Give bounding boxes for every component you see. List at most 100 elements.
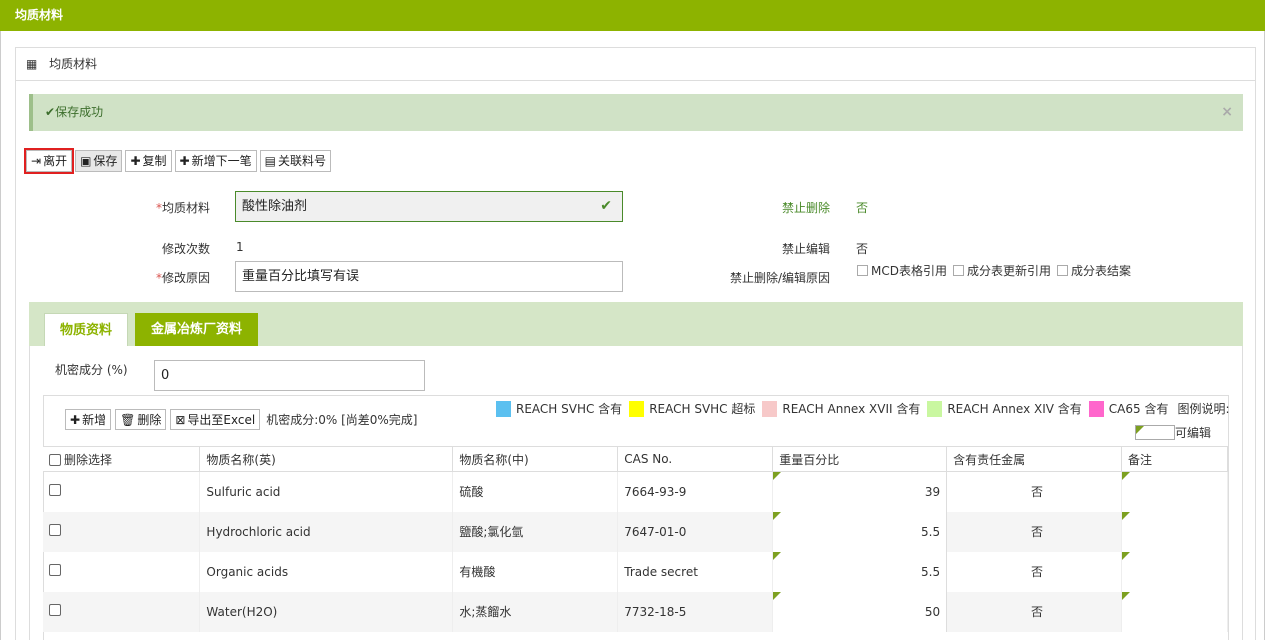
cell-weight[interactable]: 50 <box>772 591 948 632</box>
cell-cas: 7732-18-5 <box>617 591 774 632</box>
cell-name-en: Sulfuric acid <box>199 471 454 512</box>
material-field[interactable]: 酸性除油剂 ✔ <box>235 191 623 222</box>
confidential-info: 机密成分:0% [尚差0%完成] <box>266 413 418 427</box>
no-delete-label: 禁止删除 <box>781 201 830 215</box>
cell-cas: 7664-93-9 <box>617 471 774 512</box>
legend-title: 图例说明: <box>1177 402 1230 416</box>
reason-value: 重量百分比填写有误 <box>242 269 360 284</box>
delete-label: 删除 <box>137 412 162 427</box>
legend-label: REACH SVHC 含有 <box>516 402 623 416</box>
legend: REACH SVHC 含有 REACH SVHC 超标 REACH Annex … <box>496 400 1230 417</box>
tab-smelter[interactable]: 金属冶炼厂资料 <box>135 313 258 346</box>
cell-name-zh: 水;蒸餾水 <box>452 591 619 632</box>
cell-note[interactable] <box>1121 591 1228 632</box>
col-metal: 含有责任金属 <box>946 446 1123 472</box>
panel-title: 均质材料 <box>49 57 98 71</box>
exit-icon: ⇥ <box>31 154 42 168</box>
document-icon: ▤ <box>264 154 276 168</box>
cell-weight[interactable]: 5.5 <box>772 551 948 592</box>
legend-swatch <box>927 400 943 417</box>
legend-swatch <box>496 400 511 417</box>
revisions-value: 1 <box>236 240 244 254</box>
no-edit-value: 否 <box>856 242 869 256</box>
check-icon: ✔ <box>45 105 56 119</box>
close-icon[interactable]: × <box>1221 94 1233 131</box>
close-option[interactable]: 成分表结案 <box>1057 262 1131 279</box>
col-cas: CAS No. <box>617 446 774 472</box>
row-select[interactable] <box>43 551 201 592</box>
cell-name-zh: 鹽酸;氯化氫 <box>452 511 619 552</box>
row-select[interactable] <box>43 591 201 632</box>
confidential-value: 0 <box>161 368 170 383</box>
export-button[interactable]: ⊠ 导出至Excel <box>170 409 261 430</box>
no-edit-label: 禁止编辑 <box>781 242 830 256</box>
cell-metal: 否 <box>946 551 1123 592</box>
table-row: Sulfuric acid 硫酸 7664-93-9 39 否 <box>43 471 1228 512</box>
cell-name-en: Hydrochloric acid <box>199 511 454 552</box>
legend-label: CA65 含有 <box>1108 402 1169 416</box>
no-reason-label: 禁止删除/编辑原因 <box>729 271 830 285</box>
legend-label: REACH SVHC 超标 <box>649 402 756 416</box>
cell-weight[interactable]: 39 <box>772 471 948 512</box>
link-part-button[interactable]: ▤ 关联料号 <box>259 150 331 172</box>
delete-button[interactable]: 🗑 删除 <box>115 409 167 430</box>
revisions-label: 修改次数 <box>161 242 210 256</box>
col-delete-select[interactable]: 删除选择 <box>43 446 201 472</box>
table-header-row: 删除选择 物质名称(英) 物质名称(中) CAS No. 重量百分比 含有责任金… <box>43 446 1228 472</box>
cell-note[interactable] <box>1121 471 1228 512</box>
panel-header: ▦ 均质材料 <box>16 48 1255 81</box>
table-icon: ▦ <box>26 57 38 71</box>
success-alert: ✔保存成功 × <box>29 94 1243 131</box>
confidential-label: 机密成分 (%) <box>55 363 128 377</box>
page-header: 均质材料 <box>0 0 1265 31</box>
update-option[interactable]: 成分表更新引用 <box>952 262 1051 279</box>
export-label: 导出至Excel <box>187 412 256 427</box>
cell-metal: 否 <box>946 471 1123 512</box>
legend-label: REACH Annex XIV 含有 <box>947 402 1082 416</box>
table-row: Organic acids 有機酸 Trade secret 5.5 否 <box>43 551 1228 592</box>
no-delete-value: 否 <box>856 201 869 215</box>
col-note: 备注 <box>1121 446 1228 472</box>
col-weight: 重量百分比 <box>772 446 948 472</box>
alert-message: 保存成功 <box>55 105 104 119</box>
copy-button[interactable]: ✚ 复制 <box>125 150 172 172</box>
row-select[interactable] <box>43 471 201 512</box>
save-label: 保存 <box>93 154 118 168</box>
add-next-button[interactable]: ✚ 新增下一笔 <box>174 150 257 172</box>
cell-note[interactable] <box>1121 511 1228 552</box>
cell-name-en: Water(H2O) <box>199 591 454 632</box>
col-name-en: 物质名称(英) <box>199 446 454 472</box>
link-part-label: 关联料号 <box>277 154 326 168</box>
table-row: Hydrochloric acid 鹽酸;氯化氫 7647-01-0 5.5 否 <box>43 511 1228 552</box>
col-name-zh: 物质名称(中) <box>452 446 619 472</box>
cell-note[interactable] <box>1121 551 1228 592</box>
plus-icon: ✚ <box>179 154 190 168</box>
add-button[interactable]: ✚ 新增 <box>65 409 112 430</box>
material-value: 酸性除油剂 <box>242 199 308 214</box>
form-toolbar: ⇥ 离开 ▣ 保存 ✚ 复制 ✚ 新增下一笔 ▤ 关联料号 <box>23 148 331 174</box>
leave-button[interactable]: ⇥ 离开 <box>23 148 75 174</box>
cell-weight[interactable]: 5.5 <box>772 511 948 552</box>
grid-toolbar: ✚ 新增 🗑 删除 ⊠ 导出至Excel 机密成分:0% [尚差0%完成] <box>65 409 417 430</box>
check-icon: ✔ <box>600 198 612 214</box>
cell-cas: Trade secret <box>617 551 774 592</box>
add-label: 新增 <box>82 412 107 427</box>
reason-field[interactable]: 重量百分比填写有误 <box>235 261 623 292</box>
tab-substance[interactable]: 物质资料 <box>44 313 128 346</box>
cell-name-zh: 硫酸 <box>452 471 619 512</box>
legend-swatch <box>1088 400 1104 417</box>
legend-swatch <box>762 400 778 417</box>
row-select[interactable] <box>43 511 201 552</box>
confidential-field[interactable]: 0 <box>154 360 425 391</box>
cell-metal: 否 <box>946 511 1123 552</box>
reason-label: *修改原因 <box>155 271 210 285</box>
legend-editable: 可编辑 <box>1135 424 1211 441</box>
reason-options: MCD表格引用 成分表更新引用 成分表结案 <box>857 262 1131 279</box>
mcd-option[interactable]: MCD表格引用 <box>857 262 947 279</box>
cell-name-zh: 有機酸 <box>452 551 619 592</box>
cell-cas: 7647-01-0 <box>617 511 774 552</box>
editable-label: 可编辑 <box>1175 426 1212 440</box>
material-label: *均质材料 <box>155 201 210 215</box>
copy-label: 复制 <box>142 154 167 168</box>
save-button[interactable]: ▣ 保存 <box>75 150 123 172</box>
